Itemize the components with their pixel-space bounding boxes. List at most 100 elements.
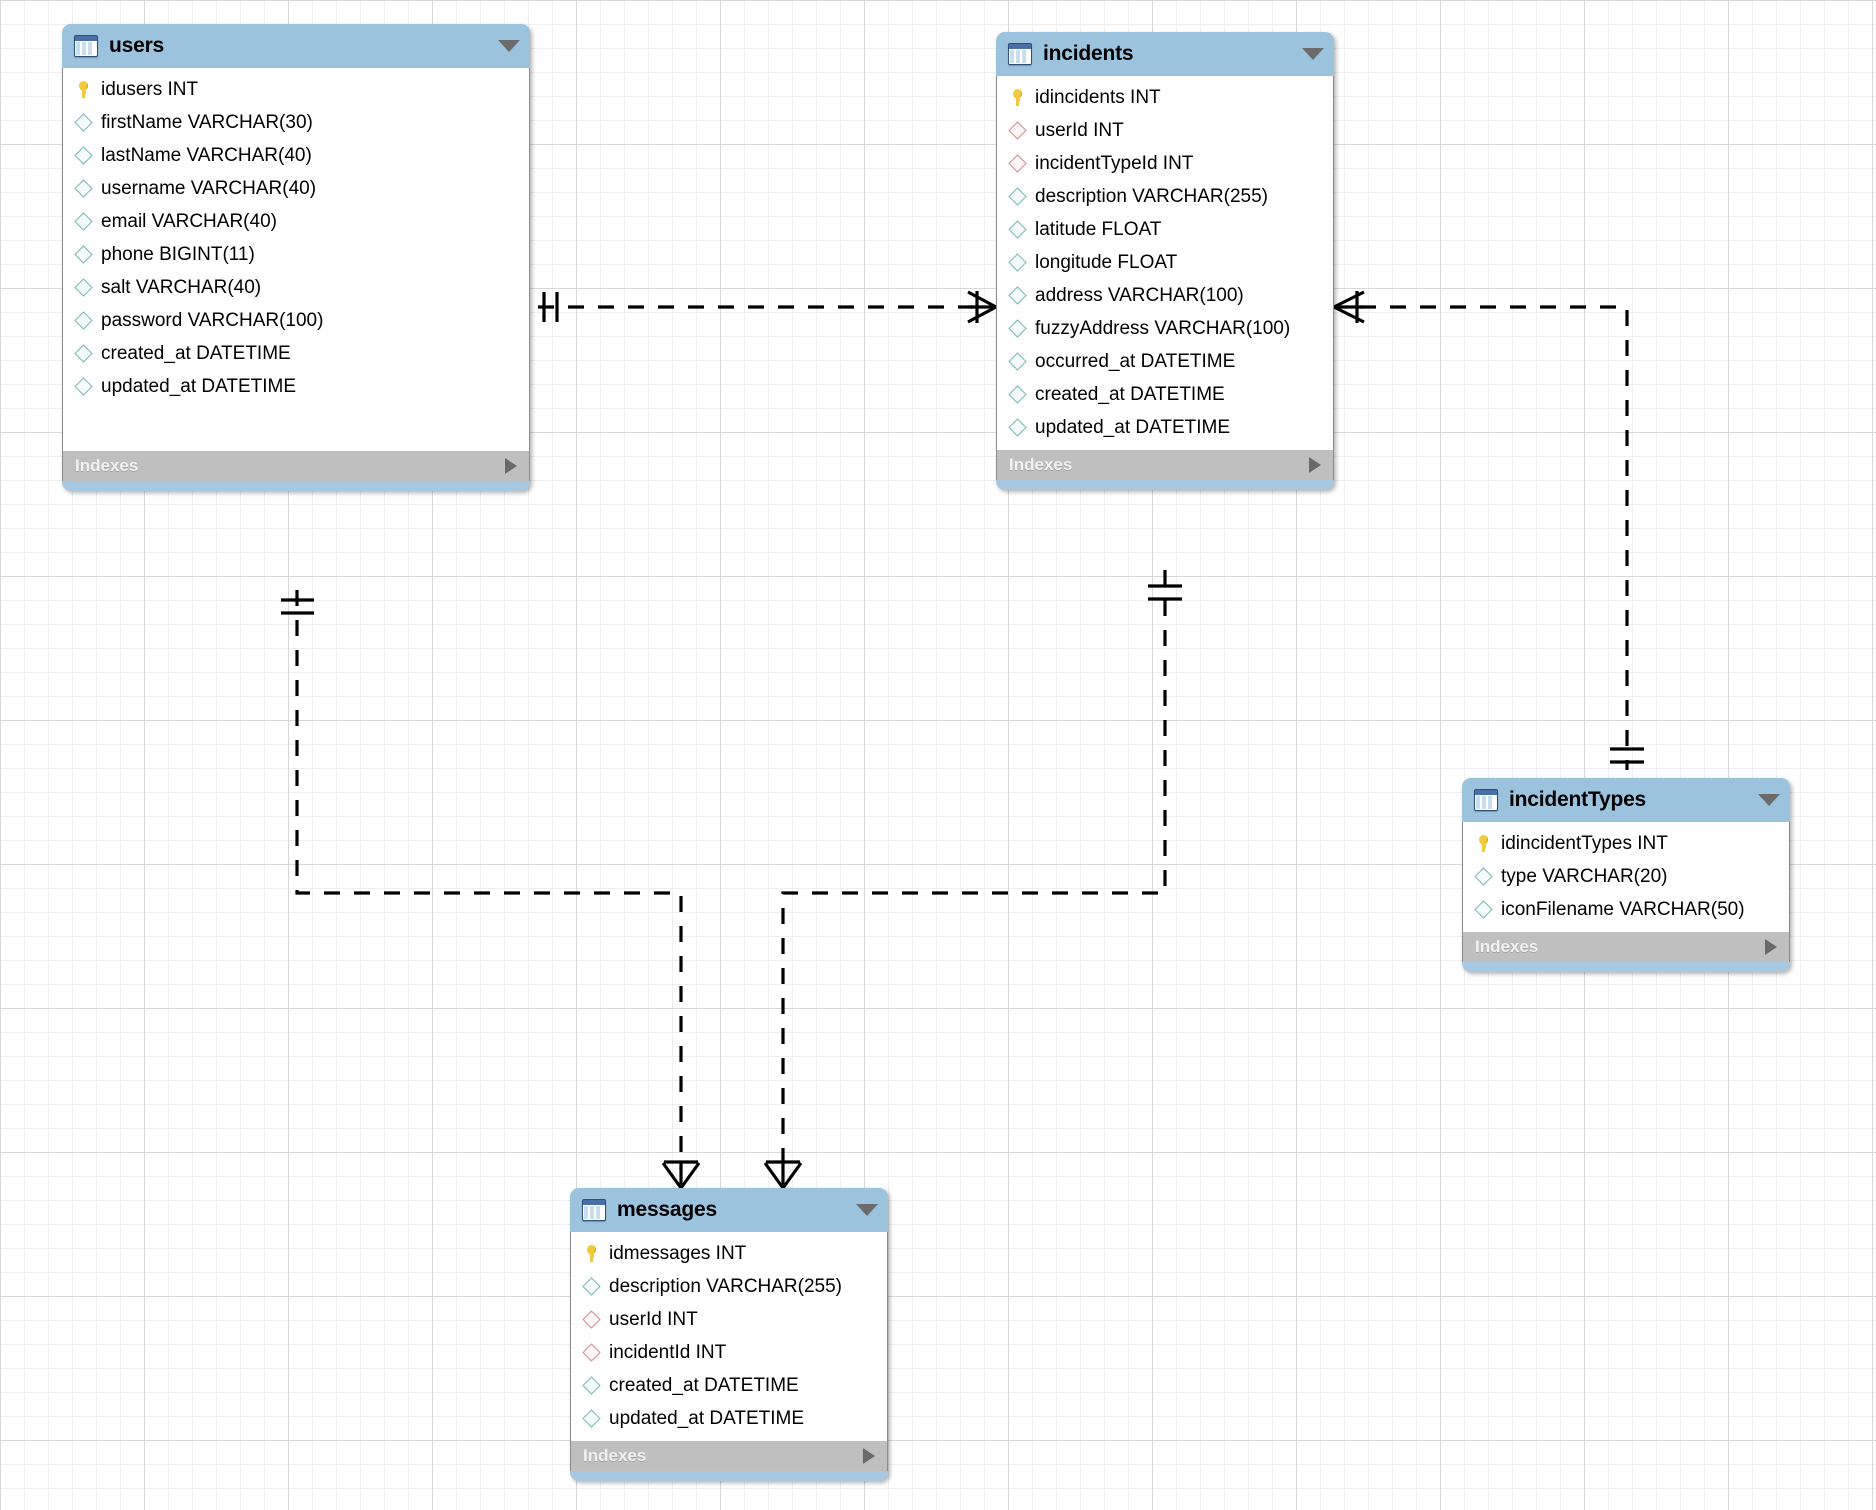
column-row[interactable]: password VARCHAR(100) — [63, 304, 529, 337]
column-label: address VARCHAR(100) — [1035, 285, 1244, 306]
diamond-icon — [1008, 220, 1027, 239]
indexes-section-incidentTypes[interactable]: Indexes — [1462, 932, 1790, 962]
diamond-icon — [1474, 900, 1493, 919]
chevron-right-icon[interactable] — [505, 458, 517, 474]
indexes-label: Indexes — [75, 456, 139, 475]
column-row[interactable]: fuzzyAddress VARCHAR(100) — [997, 312, 1333, 345]
foreign-key-diamond-icon — [1008, 121, 1027, 140]
indexes-section-users[interactable]: Indexes — [62, 451, 530, 481]
diamond-icon — [74, 113, 93, 132]
table-columns-messages: idmessages INT description VARCHAR(255) us… — [570, 1232, 888, 1441]
indexes-label: Indexes — [583, 1446, 647, 1465]
chevron-right-icon[interactable] — [1765, 939, 1777, 955]
diamond-icon — [74, 212, 93, 231]
indexes-label: Indexes — [1009, 455, 1073, 474]
eer-diagram-canvas[interactable]: users idusers INT firstName VARCHAR(30) las… — [0, 0, 1876, 1510]
column-row[interactable]: idincidentTypes INT — [1463, 827, 1789, 860]
table-footer — [62, 481, 530, 491]
table-footer — [1462, 962, 1790, 972]
chevron-down-icon[interactable] — [1302, 48, 1324, 60]
chevron-down-icon[interactable] — [1758, 794, 1780, 806]
column-label: updated_at DATETIME — [1035, 417, 1231, 438]
column-label: firstName VARCHAR(30) — [101, 112, 313, 133]
column-row[interactable]: type VARCHAR(20) — [1463, 860, 1789, 893]
table-messages[interactable]: messages idmessages INT description VARCHA… — [570, 1188, 888, 1481]
column-row[interactable]: idmessages INT — [571, 1237, 887, 1270]
connector-incidents-incidenttypes[interactable] — [1333, 290, 1644, 770]
indexes-label: Indexes — [1475, 937, 1539, 956]
key-icon — [1474, 834, 1493, 853]
indexes-section-incidents[interactable]: Indexes — [996, 450, 1334, 480]
column-label: iconFilename VARCHAR(50) — [1501, 899, 1745, 920]
column-label: userId INT — [1035, 120, 1124, 141]
column-row[interactable]: idincidents INT — [997, 81, 1333, 114]
column-row[interactable]: idusers INT — [63, 73, 529, 106]
table-columns-incidentTypes: idincidentTypes INT type VARCHAR(20) iconF… — [1462, 822, 1790, 932]
connector-users-messages[interactable] — [281, 590, 701, 1189]
diamond-icon — [582, 1277, 601, 1296]
diamond-icon — [74, 278, 93, 297]
column-label: updated_at DATETIME — [101, 376, 297, 397]
column-row[interactable]: updated_at DATETIME — [63, 370, 529, 403]
column-row[interactable]: longitude FLOAT — [997, 246, 1333, 279]
column-row[interactable]: description VARCHAR(255) — [997, 180, 1333, 213]
diamond-icon — [582, 1376, 601, 1395]
column-row[interactable]: incidentTypeId INT — [997, 147, 1333, 180]
column-row[interactable]: userId INT — [571, 1303, 887, 1336]
column-label: longitude FLOAT — [1035, 252, 1178, 273]
diamond-icon — [1008, 418, 1027, 437]
key-icon — [582, 1244, 601, 1263]
diamond-icon — [1008, 187, 1027, 206]
column-row[interactable]: iconFilename VARCHAR(50) — [1463, 893, 1789, 926]
column-row[interactable]: userId INT — [997, 114, 1333, 147]
diamond-icon — [74, 344, 93, 363]
column-row[interactable]: created_at DATETIME — [63, 337, 529, 370]
table-header-incidentTypes[interactable]: incidentTypes — [1462, 778, 1790, 822]
column-row[interactable]: email VARCHAR(40) — [63, 205, 529, 238]
table-header-users[interactable]: users — [62, 24, 530, 68]
table-columns-incidents: idincidents INT userId INT incidentTypeId … — [996, 76, 1334, 450]
column-row[interactable]: updated_at DATETIME — [997, 411, 1333, 444]
column-row[interactable]: created_at DATETIME — [571, 1369, 887, 1402]
column-label: occurred_at DATETIME — [1035, 351, 1236, 372]
column-row[interactable]: created_at DATETIME — [997, 378, 1333, 411]
column-row[interactable]: occurred_at DATETIME — [997, 345, 1333, 378]
diamond-icon — [74, 245, 93, 264]
table-users[interactable]: users idusers INT firstName VARCHAR(30) las… — [62, 24, 530, 491]
table-header-messages[interactable]: messages — [570, 1188, 888, 1232]
key-icon — [74, 80, 93, 99]
column-row[interactable]: phone BIGINT(11) — [63, 238, 529, 271]
column-row[interactable]: address VARCHAR(100) — [997, 279, 1333, 312]
column-label: idmessages INT — [609, 1243, 747, 1264]
chevron-right-icon[interactable] — [863, 1448, 875, 1464]
chevron-right-icon[interactable] — [1309, 457, 1321, 473]
column-label: incidentTypeId INT — [1035, 153, 1194, 174]
indexes-section-messages[interactable]: Indexes — [570, 1441, 888, 1471]
column-row[interactable]: description VARCHAR(255) — [571, 1270, 887, 1303]
column-row[interactable]: firstName VARCHAR(30) — [63, 106, 529, 139]
column-label: salt VARCHAR(40) — [101, 277, 262, 298]
column-label: fuzzyAddress VARCHAR(100) — [1035, 318, 1291, 339]
table-incidents[interactable]: incidents idincidents INT userId INT incide… — [996, 32, 1334, 490]
column-label: userId INT — [609, 1309, 698, 1330]
table-incidentTypes[interactable]: incidentTypes idincidentTypes INT type VAR… — [1462, 778, 1790, 972]
column-label: created_at DATETIME — [1035, 384, 1225, 405]
column-row[interactable]: username VARCHAR(40) — [63, 172, 529, 205]
chevron-down-icon[interactable] — [856, 1204, 878, 1216]
column-row[interactable]: salt VARCHAR(40) — [63, 271, 529, 304]
diamond-icon — [74, 146, 93, 165]
chevron-down-icon[interactable] — [498, 40, 520, 52]
column-row[interactable]: incidentId INT — [571, 1336, 887, 1369]
column-label: idusers INT — [101, 79, 199, 100]
column-row[interactable]: lastName VARCHAR(40) — [63, 139, 529, 172]
diamond-icon — [1008, 319, 1027, 338]
column-label: updated_at DATETIME — [609, 1408, 805, 1429]
table-header-incidents[interactable]: incidents — [996, 32, 1334, 76]
column-row[interactable]: updated_at DATETIME — [571, 1402, 887, 1435]
connector-users-incidents[interactable] — [538, 290, 997, 324]
column-label: username VARCHAR(40) — [101, 178, 317, 199]
diamond-icon — [74, 179, 93, 198]
column-label: latitude FLOAT — [1035, 219, 1162, 240]
column-row[interactable]: latitude FLOAT — [997, 213, 1333, 246]
connector-incidents-messages[interactable] — [763, 570, 1182, 1189]
